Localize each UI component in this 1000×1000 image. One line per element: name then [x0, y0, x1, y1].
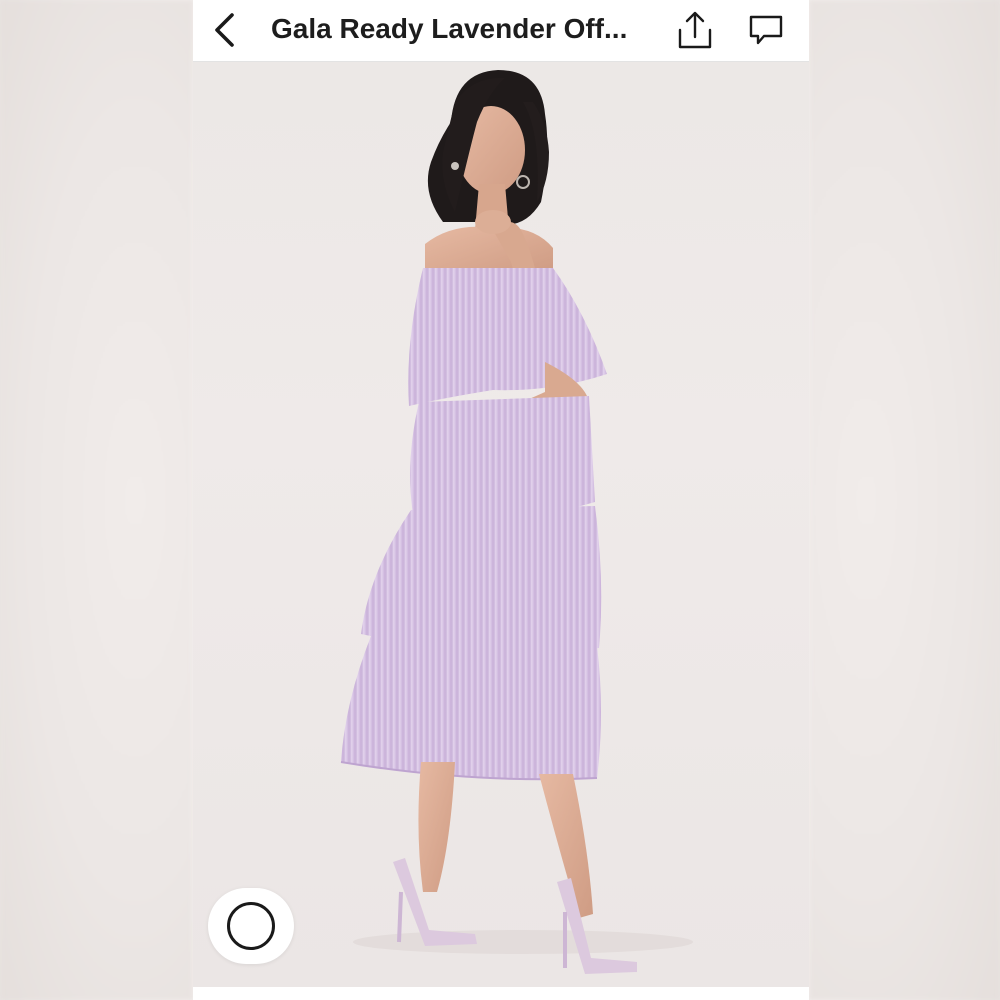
- blurred-side-right: [809, 0, 1000, 1000]
- bottom-strip: [193, 987, 809, 1000]
- circle-select-icon: [227, 902, 275, 950]
- page-title: Gala Ready Lavender Off...: [271, 13, 628, 44]
- share-icon: [678, 11, 712, 49]
- phone-screen: Gala Ready Lavender Off...: [193, 0, 809, 1000]
- blurred-side-left: [0, 0, 193, 1000]
- comment-icon: [749, 15, 783, 45]
- product-photo: [193, 62, 809, 987]
- select-circle-button[interactable]: [208, 888, 294, 964]
- back-button[interactable]: [203, 8, 247, 52]
- comment-button[interactable]: [744, 8, 788, 52]
- share-button[interactable]: [673, 6, 717, 54]
- top-nav-bar: Gala Ready Lavender Off...: [193, 0, 809, 62]
- chevron-left-icon: [215, 13, 234, 47]
- screenshot-frame: Gala Ready Lavender Off...: [0, 0, 1000, 1000]
